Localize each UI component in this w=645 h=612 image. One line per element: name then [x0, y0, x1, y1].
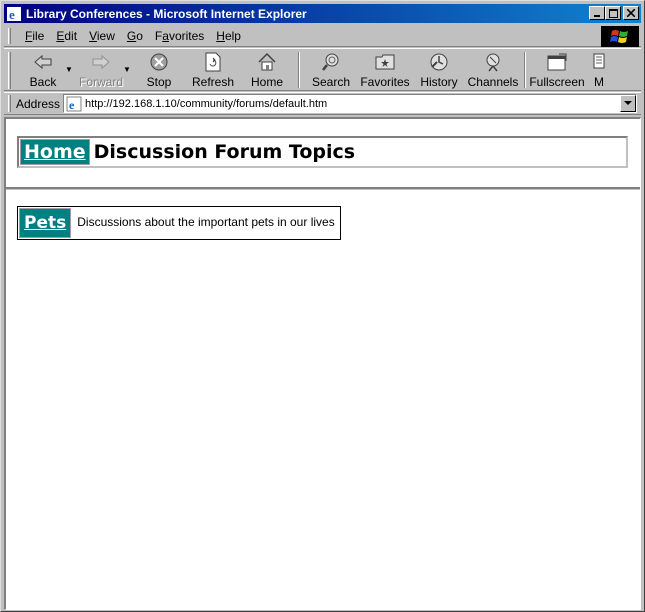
history-button[interactable]: History: [412, 49, 466, 89]
minimize-icon: [594, 15, 600, 17]
mail-button[interactable]: M: [584, 49, 614, 89]
address-dropdown-button[interactable]: [620, 95, 636, 112]
refresh-label: Refresh: [191, 75, 235, 89]
menu-file[interactable]: File: [19, 29, 50, 43]
menu-bar: File Edit View Go Favorites Help: [4, 25, 641, 47]
address-bar: Address e http://192.168.1.10/community/…: [4, 92, 641, 115]
menu-go[interactable]: Go: [121, 29, 149, 43]
fullscreen-button[interactable]: Fullscreen: [529, 49, 585, 89]
search-icon: [322, 53, 339, 71]
address-input[interactable]: e http://192.168.1.10/community/forums/d…: [63, 94, 637, 113]
address-label: Address: [16, 96, 61, 111]
page-ie-icon: e: [66, 96, 82, 112]
home-label: Home: [250, 75, 283, 89]
search-button[interactable]: Search: [304, 49, 358, 89]
history-icon: [430, 53, 448, 71]
menu-view-label: iew: [96, 28, 115, 43]
refresh-button[interactable]: Refresh: [186, 49, 240, 89]
menu-help-label: elp: [224, 28, 241, 43]
forward-dropdown[interactable]: ▼: [122, 49, 132, 89]
mail-label: M: [594, 75, 604, 89]
fullscreen-icon: [547, 53, 567, 71]
topic-link-cell: Pets: [19, 208, 72, 238]
topic-link-pets[interactable]: Pets: [24, 213, 66, 233]
maximize-button[interactable]: [605, 6, 621, 20]
mail-icon: [593, 53, 605, 69]
menu-view[interactable]: View: [83, 29, 121, 43]
stop-icon: [150, 53, 168, 71]
address-grip[interactable]: [8, 95, 11, 112]
forward-button[interactable]: Forward: [74, 49, 128, 89]
home-link[interactable]: Home: [24, 141, 86, 163]
channels-label: Channels: [467, 75, 519, 89]
menu-edit-label: dit: [64, 28, 78, 43]
menu-help-accel: H: [216, 28, 225, 43]
address-url: http://192.168.1.10/community/forums/def…: [85, 97, 328, 110]
menu-file-label: ile: [32, 28, 45, 43]
dropdown-arrow-icon: ▼: [123, 64, 131, 74]
refresh-icon: [205, 52, 221, 72]
menu-favorites-label: vorites: [168, 28, 205, 43]
topic-description: Discussions about the important pets in …: [77, 215, 335, 229]
menu-view-accel: V: [89, 28, 97, 43]
close-icon: [627, 9, 635, 17]
history-label: History: [420, 75, 458, 89]
toolbar-separator: [524, 52, 526, 88]
minimize-button[interactable]: [589, 6, 605, 20]
stop-button[interactable]: Stop: [132, 49, 186, 89]
page-header: Home Discussion Forum Topics: [17, 136, 628, 168]
menu-go-accel: G: [126, 28, 137, 43]
window-controls: [589, 6, 639, 20]
maximize-icon: [608, 8, 618, 18]
home-cell: Home: [20, 139, 90, 165]
toolbar-separator: [298, 52, 300, 88]
page-title: Discussion Forum Topics: [93, 141, 356, 163]
close-button[interactable]: [623, 6, 639, 20]
back-arrow-icon: [34, 54, 52, 70]
title-bar[interactable]: e Library Conferences - Microsoft Intern…: [4, 4, 641, 23]
toolbar-grip[interactable]: [8, 52, 11, 89]
forward-label: Forward: [78, 75, 123, 89]
dropdown-arrow-icon: ▼: [65, 64, 73, 74]
dropdown-arrow-icon: [624, 101, 632, 105]
horizontal-rule: [6, 187, 640, 190]
page-content: Home Discussion Forum Topics Pets Discus…: [4, 117, 641, 610]
svg-text:e: e: [9, 7, 15, 22]
menu-edit[interactable]: Edit: [50, 29, 83, 43]
channels-satellite-icon: [486, 53, 500, 72]
back-button[interactable]: Back: [16, 49, 70, 89]
favorites-folder-icon: [375, 54, 395, 70]
forward-arrow-icon: [92, 54, 110, 70]
favorites-button[interactable]: Favorites: [358, 49, 412, 89]
stop-label: Stop: [146, 75, 172, 89]
windows-flag-icon: [610, 29, 628, 43]
menu-favorites[interactable]: Favorites: [149, 29, 210, 43]
back-dropdown[interactable]: ▼: [64, 49, 74, 89]
home-icon: [258, 52, 276, 71]
channels-button[interactable]: Channels: [466, 49, 520, 89]
standard-toolbar: Back ▼ Forward ▼ Stop Refresh Home Searc…: [4, 48, 641, 91]
back-label: Back: [29, 75, 57, 89]
topic-row: Pets Discussions about the important pet…: [17, 206, 341, 240]
search-label: Search: [311, 75, 351, 89]
menubar-grip[interactable]: [8, 27, 11, 44]
menu-help[interactable]: Help: [210, 29, 247, 43]
home-button[interactable]: Home: [240, 49, 294, 89]
svg-text:e: e: [69, 98, 75, 112]
fullscreen-label: Fullscreen: [529, 75, 585, 89]
menu-favorites-accel: a: [162, 28, 169, 43]
windows-logo-throbber: [601, 26, 639, 47]
favorites-label: Favorites: [360, 75, 410, 89]
ie-logo-icon: e: [7, 6, 21, 22]
window-title: Library Conferences - Microsoft Internet…: [26, 6, 307, 21]
browser-window: e Library Conferences - Microsoft Intern…: [0, 0, 645, 612]
menu-go-label: o: [136, 28, 143, 43]
